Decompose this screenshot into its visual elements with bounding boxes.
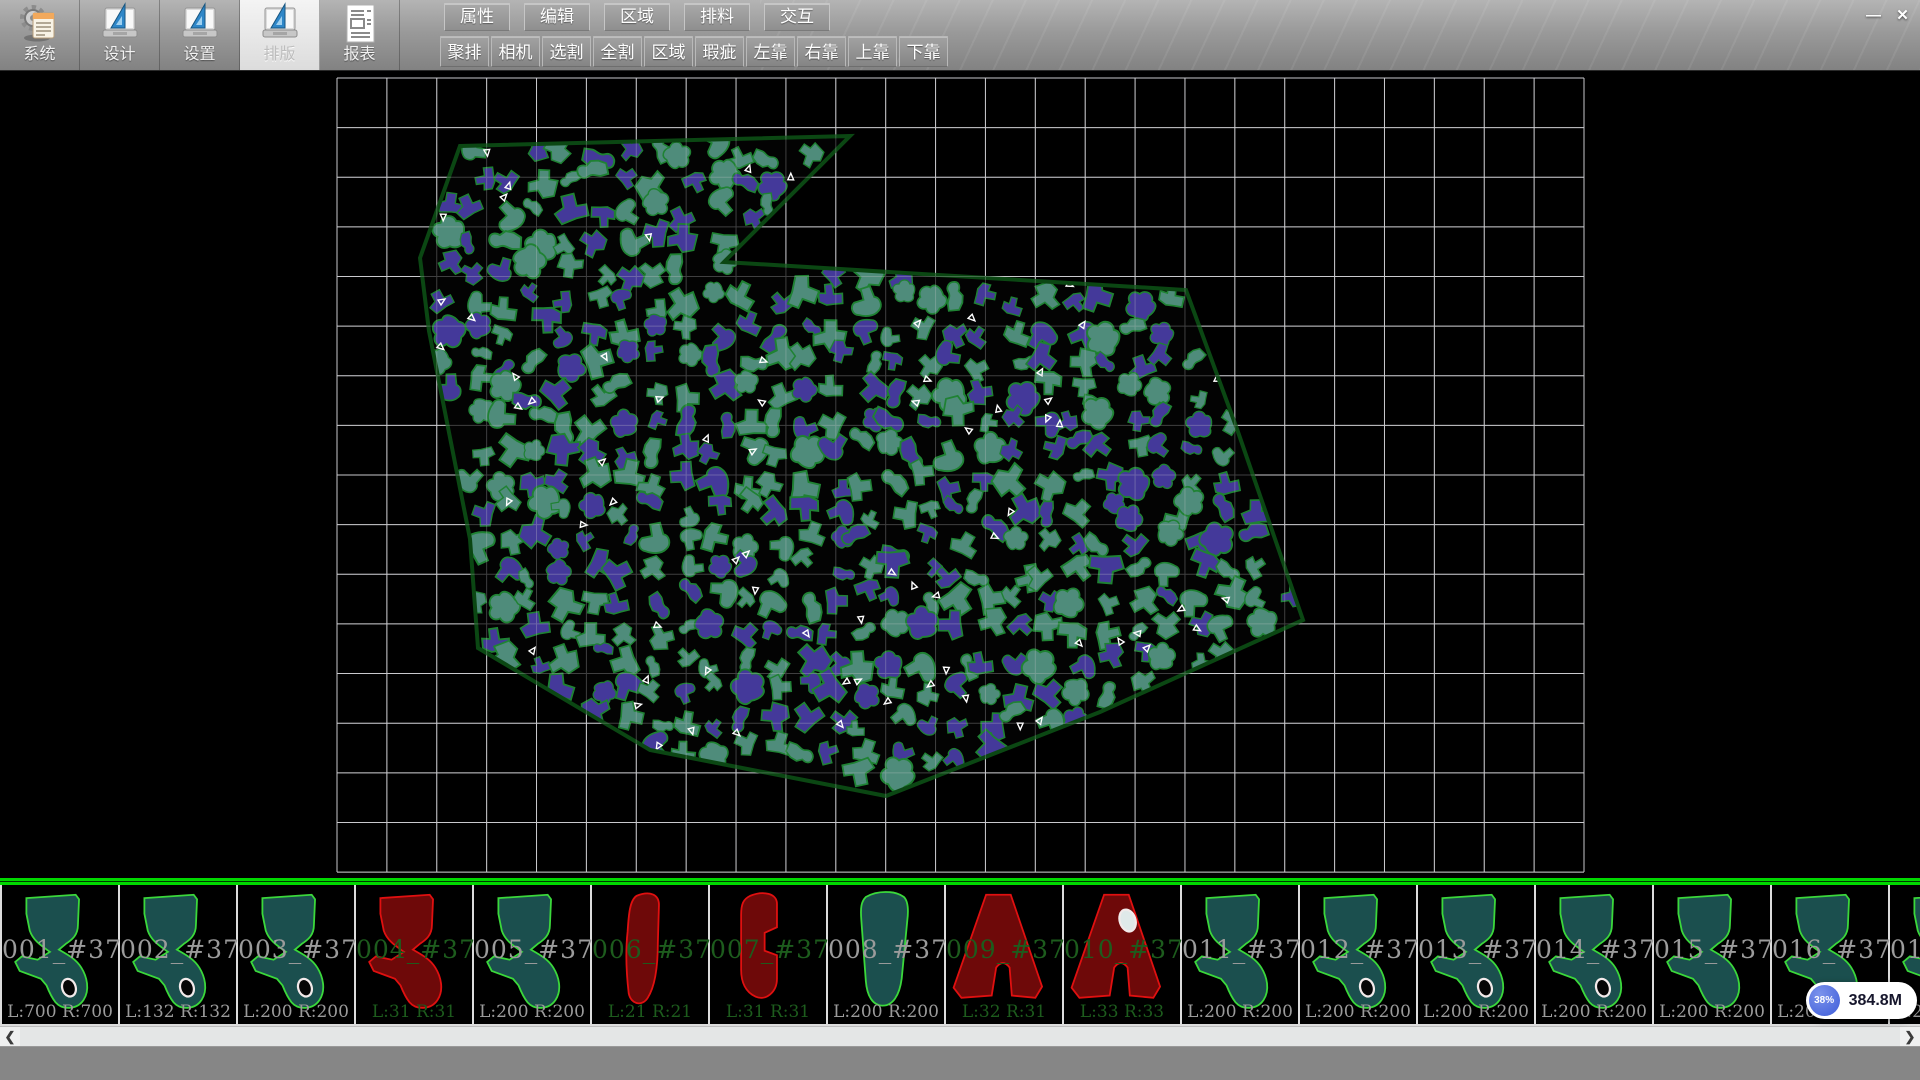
part-thumbnail[interactable]: 007_#37 L:31 R:31 bbox=[710, 885, 828, 1024]
toolbar-button-nesting[interactable]: 排版 bbox=[240, 0, 320, 70]
part-lr-count: L:33 R:33 bbox=[1064, 1002, 1180, 1022]
tool-button-full-cut[interactable]: 全割 bbox=[593, 36, 642, 67]
part-thumbnail[interactable]: 005_#37 L:200 R:200 bbox=[474, 885, 592, 1024]
design-ruler-icon bbox=[258, 2, 302, 46]
minimize-button[interactable]: — bbox=[1860, 5, 1887, 26]
toolbar-button-label: 系统 bbox=[23, 46, 55, 64]
part-lr-count: L:200 R:200 bbox=[474, 1002, 590, 1022]
toolbar-button-label: 排版 bbox=[263, 46, 295, 64]
part-lr-count: L:200 R:200 bbox=[1536, 1002, 1652, 1022]
part-thumbnail[interactable]: 008_#37 L:200 R:200 bbox=[828, 885, 946, 1024]
part-thumbnail[interactable]: 010_#37 L:33 R:33 bbox=[1064, 885, 1182, 1024]
part-thumbnail[interactable]: 004_#37 L:31 R:31 bbox=[356, 885, 474, 1024]
part-lr-count: L:200 R:200 bbox=[1300, 1002, 1416, 1022]
horizontal-scrollbar[interactable]: ❮ ❯ bbox=[0, 1026, 1920, 1046]
part-id-label: 012_#37 bbox=[1300, 935, 1416, 964]
part-id-label: 007_#37 bbox=[710, 935, 826, 964]
part-lr-count: L:31 R:31 bbox=[710, 1002, 826, 1022]
toolbar-button-label: 设置 bbox=[183, 46, 215, 64]
part-lr-count: L:21 R:21 bbox=[592, 1002, 708, 1022]
tool-button-align-bottom[interactable]: 下靠 bbox=[899, 36, 948, 67]
part-thumbnail[interactable]: 009_#37 L:32 R:31 bbox=[946, 885, 1064, 1024]
part-id-label: 013_#37 bbox=[1418, 935, 1534, 964]
toolbar-button-system[interactable]: 系统 bbox=[0, 0, 80, 70]
tool-button-row: 聚排相机选割全割区域瑕疵左靠右靠上靠下靠 bbox=[440, 36, 950, 67]
menu-tab-properties[interactable]: 属性 bbox=[444, 3, 510, 31]
menu-tab-region[interactable]: 区域 bbox=[604, 3, 670, 31]
tool-button-region[interactable]: 区域 bbox=[644, 36, 693, 67]
menu-tab-interact[interactable]: 交互 bbox=[764, 3, 830, 31]
bottom-strip bbox=[0, 1046, 1920, 1080]
main-toolbar: 系统设计设置排版报表 属性编辑区域排料交互 聚排相机选割全割区域瑕疵左靠右靠上靠… bbox=[0, 0, 1920, 71]
part-thumbnail[interactable]: 006_#37 L:21 R:21 bbox=[592, 885, 710, 1024]
main-toolbar-buttons: 系统 设计 设置 排版 报表 bbox=[0, 0, 400, 70]
part-lr-count: L:200 R:200 bbox=[1182, 1002, 1298, 1022]
tool-button-select-cut[interactable]: 选割 bbox=[542, 36, 591, 67]
part-lr-count: L:31 R:31 bbox=[356, 1002, 472, 1022]
toolbar-button-settings[interactable]: 设置 bbox=[160, 0, 240, 70]
nesting-canvas[interactable] bbox=[0, 70, 1920, 878]
part-thumbnail[interactable]: 001_#37 L:700 R:700 bbox=[2, 885, 120, 1024]
part-id-label: 002_#37 bbox=[120, 935, 236, 964]
menu-tab-material[interactable]: 排料 bbox=[684, 3, 750, 31]
close-button[interactable]: ✕ bbox=[1889, 5, 1916, 26]
part-id-label: 010_#37 bbox=[1064, 935, 1180, 964]
part-lr-count: L:132 R:132 bbox=[120, 1002, 236, 1022]
tool-button-camera[interactable]: 相机 bbox=[491, 36, 540, 67]
part-id-label: 016_#37 bbox=[1772, 935, 1888, 964]
part-thumbnail[interactable]: 011_#37 L:200 R:200 bbox=[1182, 885, 1300, 1024]
window-controls: — ✕ bbox=[1858, 5, 1916, 26]
part-lr-count: L:200 R:200 bbox=[828, 1002, 944, 1022]
part-id-label: 015_#37 bbox=[1654, 935, 1770, 964]
canvas-svg bbox=[0, 70, 1920, 878]
tool-button-align-left[interactable]: 左靠 bbox=[746, 36, 795, 67]
menu-tab-edit[interactable]: 编辑 bbox=[524, 3, 590, 31]
memory-value: 384.8M bbox=[1849, 992, 1902, 1010]
progress-circle: 38% bbox=[1809, 985, 1840, 1016]
part-thumbnail[interactable]: 012_#37 L:200 R:200 bbox=[1300, 885, 1418, 1024]
tool-button-align-top[interactable]: 上靠 bbox=[848, 36, 897, 67]
memory-status-pill: 38% 384.8M bbox=[1806, 982, 1917, 1019]
part-id-label: 017_#37 bbox=[1890, 935, 1920, 964]
design-ruler-icon bbox=[178, 2, 222, 46]
app-window: 系统设计设置排版报表 属性编辑区域排料交互 聚排相机选割全割区域瑕疵左靠右靠上靠… bbox=[0, 0, 1920, 1080]
part-id-label: 005_#37 bbox=[474, 935, 590, 964]
toolbar-button-label: 报表 bbox=[343, 46, 375, 64]
part-thumbnail[interactable]: 014_#37 L:200 R:200 bbox=[1536, 885, 1654, 1024]
parts-filmstrip: 001_#37L:700 R:700002_#37L:132 R:132003_… bbox=[0, 878, 1920, 1026]
part-id-label: 003_#37 bbox=[238, 935, 354, 964]
part-id-label: 006_#37 bbox=[592, 935, 708, 964]
part-lr-count: L:200 R:200 bbox=[238, 1002, 354, 1022]
part-id-label: 008_#37 bbox=[828, 935, 944, 964]
toolbar-button-report[interactable]: 报表 bbox=[320, 0, 400, 70]
tool-button-defect[interactable]: 瑕疵 bbox=[695, 36, 744, 67]
part-thumbnail[interactable]: 013_#37 L:200 R:200 bbox=[1418, 885, 1536, 1024]
part-id-label: 011_#37 bbox=[1182, 935, 1298, 964]
part-thumbnail[interactable]: 015_#37 L:200 R:200 bbox=[1654, 885, 1772, 1024]
tool-button-cluster-nest[interactable]: 聚排 bbox=[440, 36, 489, 67]
design-ruler-icon bbox=[98, 2, 142, 46]
part-thumbnail[interactable]: 002_#37 L:132 R:132 bbox=[120, 885, 238, 1024]
part-lr-count: L:700 R:700 bbox=[2, 1002, 118, 1022]
tool-button-align-right[interactable]: 右靠 bbox=[797, 36, 846, 67]
parts-list: 001_#37L:700 R:700002_#37L:132 R:132003_… bbox=[0, 885, 1920, 1026]
part-lr-count: L:32 R:31 bbox=[946, 1002, 1062, 1022]
scrollbar-track[interactable] bbox=[20, 1027, 1900, 1046]
toolbar-button-design[interactable]: 设计 bbox=[80, 0, 160, 70]
gear-icon bbox=[18, 2, 62, 46]
part-thumbnail[interactable]: 003_#37 L:200 R:200 bbox=[238, 885, 356, 1024]
report-icon bbox=[338, 2, 382, 46]
part-id-label: 009_#37 bbox=[946, 935, 1062, 964]
part-lr-count: L:200 R:200 bbox=[1654, 1002, 1770, 1022]
scroll-right-arrow-icon[interactable]: ❯ bbox=[1900, 1027, 1920, 1046]
filmstrip-top-border bbox=[0, 878, 1920, 885]
scroll-left-arrow-icon[interactable]: ❮ bbox=[0, 1027, 20, 1046]
part-id-label: 001_#37 bbox=[2, 935, 118, 964]
part-lr-count: L:200 R:200 bbox=[1418, 1002, 1534, 1022]
part-id-label: 004_#37 bbox=[356, 935, 472, 964]
menu-tab-row: 属性编辑区域排料交互 bbox=[444, 3, 844, 31]
toolbar-button-label: 设计 bbox=[103, 46, 135, 64]
part-id-label: 014_#37 bbox=[1536, 935, 1652, 964]
